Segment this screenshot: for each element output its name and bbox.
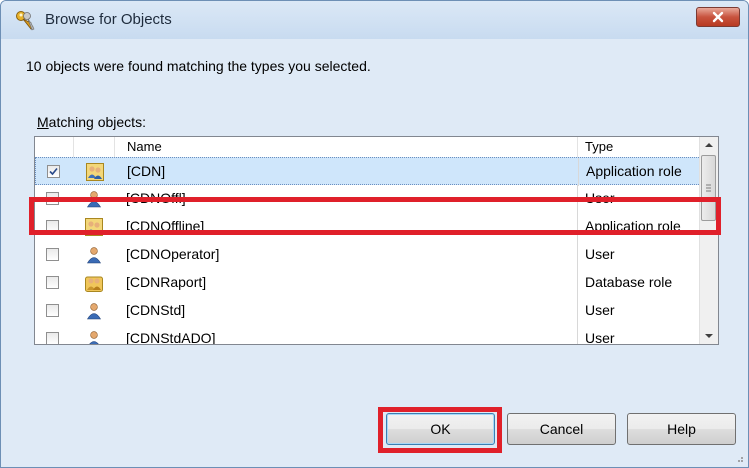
object-name: [CDNOffl] (126, 190, 186, 206)
scroll-down-arrow-icon[interactable] (700, 327, 718, 344)
list-item[interactable]: [CDNStd] User (35, 297, 701, 325)
column-divider (577, 325, 578, 344)
list-item[interactable]: [CDNOffline] Application role (35, 213, 701, 241)
column-divider (577, 297, 578, 325)
matching-objects-list[interactable]: Name Type [CDN] Application role [CDNOffl]… (34, 136, 719, 345)
object-type: User (585, 330, 615, 345)
user-icon (85, 246, 103, 264)
close-button[interactable] (696, 7, 740, 27)
object-checkbox[interactable] (46, 276, 59, 289)
matching-objects-label-text: atching objects: (48, 114, 146, 130)
column-divider (577, 185, 578, 213)
window-title: Browse for Objects (45, 11, 172, 28)
close-icon (712, 11, 724, 23)
column-separator (577, 137, 578, 157)
browse-for-objects-dialog: Browse for Objects 10 objects were found… (0, 0, 749, 468)
database-role-icon (85, 274, 103, 292)
object-checkbox[interactable] (47, 165, 60, 178)
header-type[interactable]: Type (585, 139, 613, 154)
grip-lines-icon (706, 184, 711, 192)
column-divider (577, 241, 578, 269)
list-item[interactable]: [CDN] Application role (35, 157, 701, 186)
object-checkbox[interactable] (46, 220, 59, 233)
keys-icon (16, 11, 35, 31)
object-name: [CDNOperator] (126, 246, 220, 262)
object-name: [CDNStd] (126, 302, 186, 318)
help-button[interactable]: Help (627, 413, 736, 445)
header-checkbox-column[interactable] (35, 137, 74, 157)
user-icon (85, 302, 103, 320)
object-name: [CDNStdADO] (126, 330, 216, 345)
object-checkbox[interactable] (46, 248, 59, 261)
vertical-scrollbar[interactable] (699, 137, 718, 344)
list-item[interactable]: [CDNStdADO] User (35, 325, 701, 345)
title-bar[interactable]: Browse for Objects (1, 1, 748, 39)
list-item[interactable]: [CDNOffl] User (35, 185, 701, 213)
object-name: [CDN] (127, 163, 166, 179)
object-type: Database role (585, 274, 673, 290)
matching-objects-accelerator: M (37, 114, 49, 130)
cancel-button[interactable]: Cancel (507, 413, 616, 445)
header-icon-column[interactable] (74, 137, 115, 157)
list-item[interactable]: [CDNOperator] User (35, 241, 701, 269)
application-role-icon (86, 163, 104, 181)
object-type: User (585, 302, 615, 318)
header-name[interactable]: Name (127, 139, 162, 154)
object-name: [CDNOffline] (126, 218, 205, 234)
object-type: Application role (586, 163, 682, 179)
checkmark-icon (49, 167, 58, 176)
list-item[interactable]: [CDNRaport] Database role (35, 269, 701, 297)
object-type: User (585, 190, 615, 206)
column-divider (577, 213, 578, 241)
object-name: [CDNRaport] (126, 274, 207, 290)
object-type: Application role (585, 218, 681, 234)
result-message: 10 objects were found matching the types… (26, 58, 371, 74)
user-icon (85, 190, 103, 208)
scrollbar-thumb[interactable] (701, 155, 716, 221)
user-icon (85, 330, 103, 344)
object-type: User (585, 246, 615, 262)
column-divider (577, 269, 578, 297)
resize-grip-icon[interactable] (734, 453, 744, 463)
object-checkbox[interactable] (46, 332, 59, 344)
application-role-icon (85, 218, 103, 236)
ok-button[interactable]: OK (386, 413, 495, 445)
matching-objects-label: Matching objects: (37, 114, 146, 130)
object-checkbox[interactable] (46, 304, 59, 317)
object-checkbox[interactable] (46, 192, 59, 205)
column-divider (578, 158, 579, 186)
scroll-up-arrow-icon[interactable] (700, 137, 718, 154)
list-header: Name Type (35, 137, 701, 158)
